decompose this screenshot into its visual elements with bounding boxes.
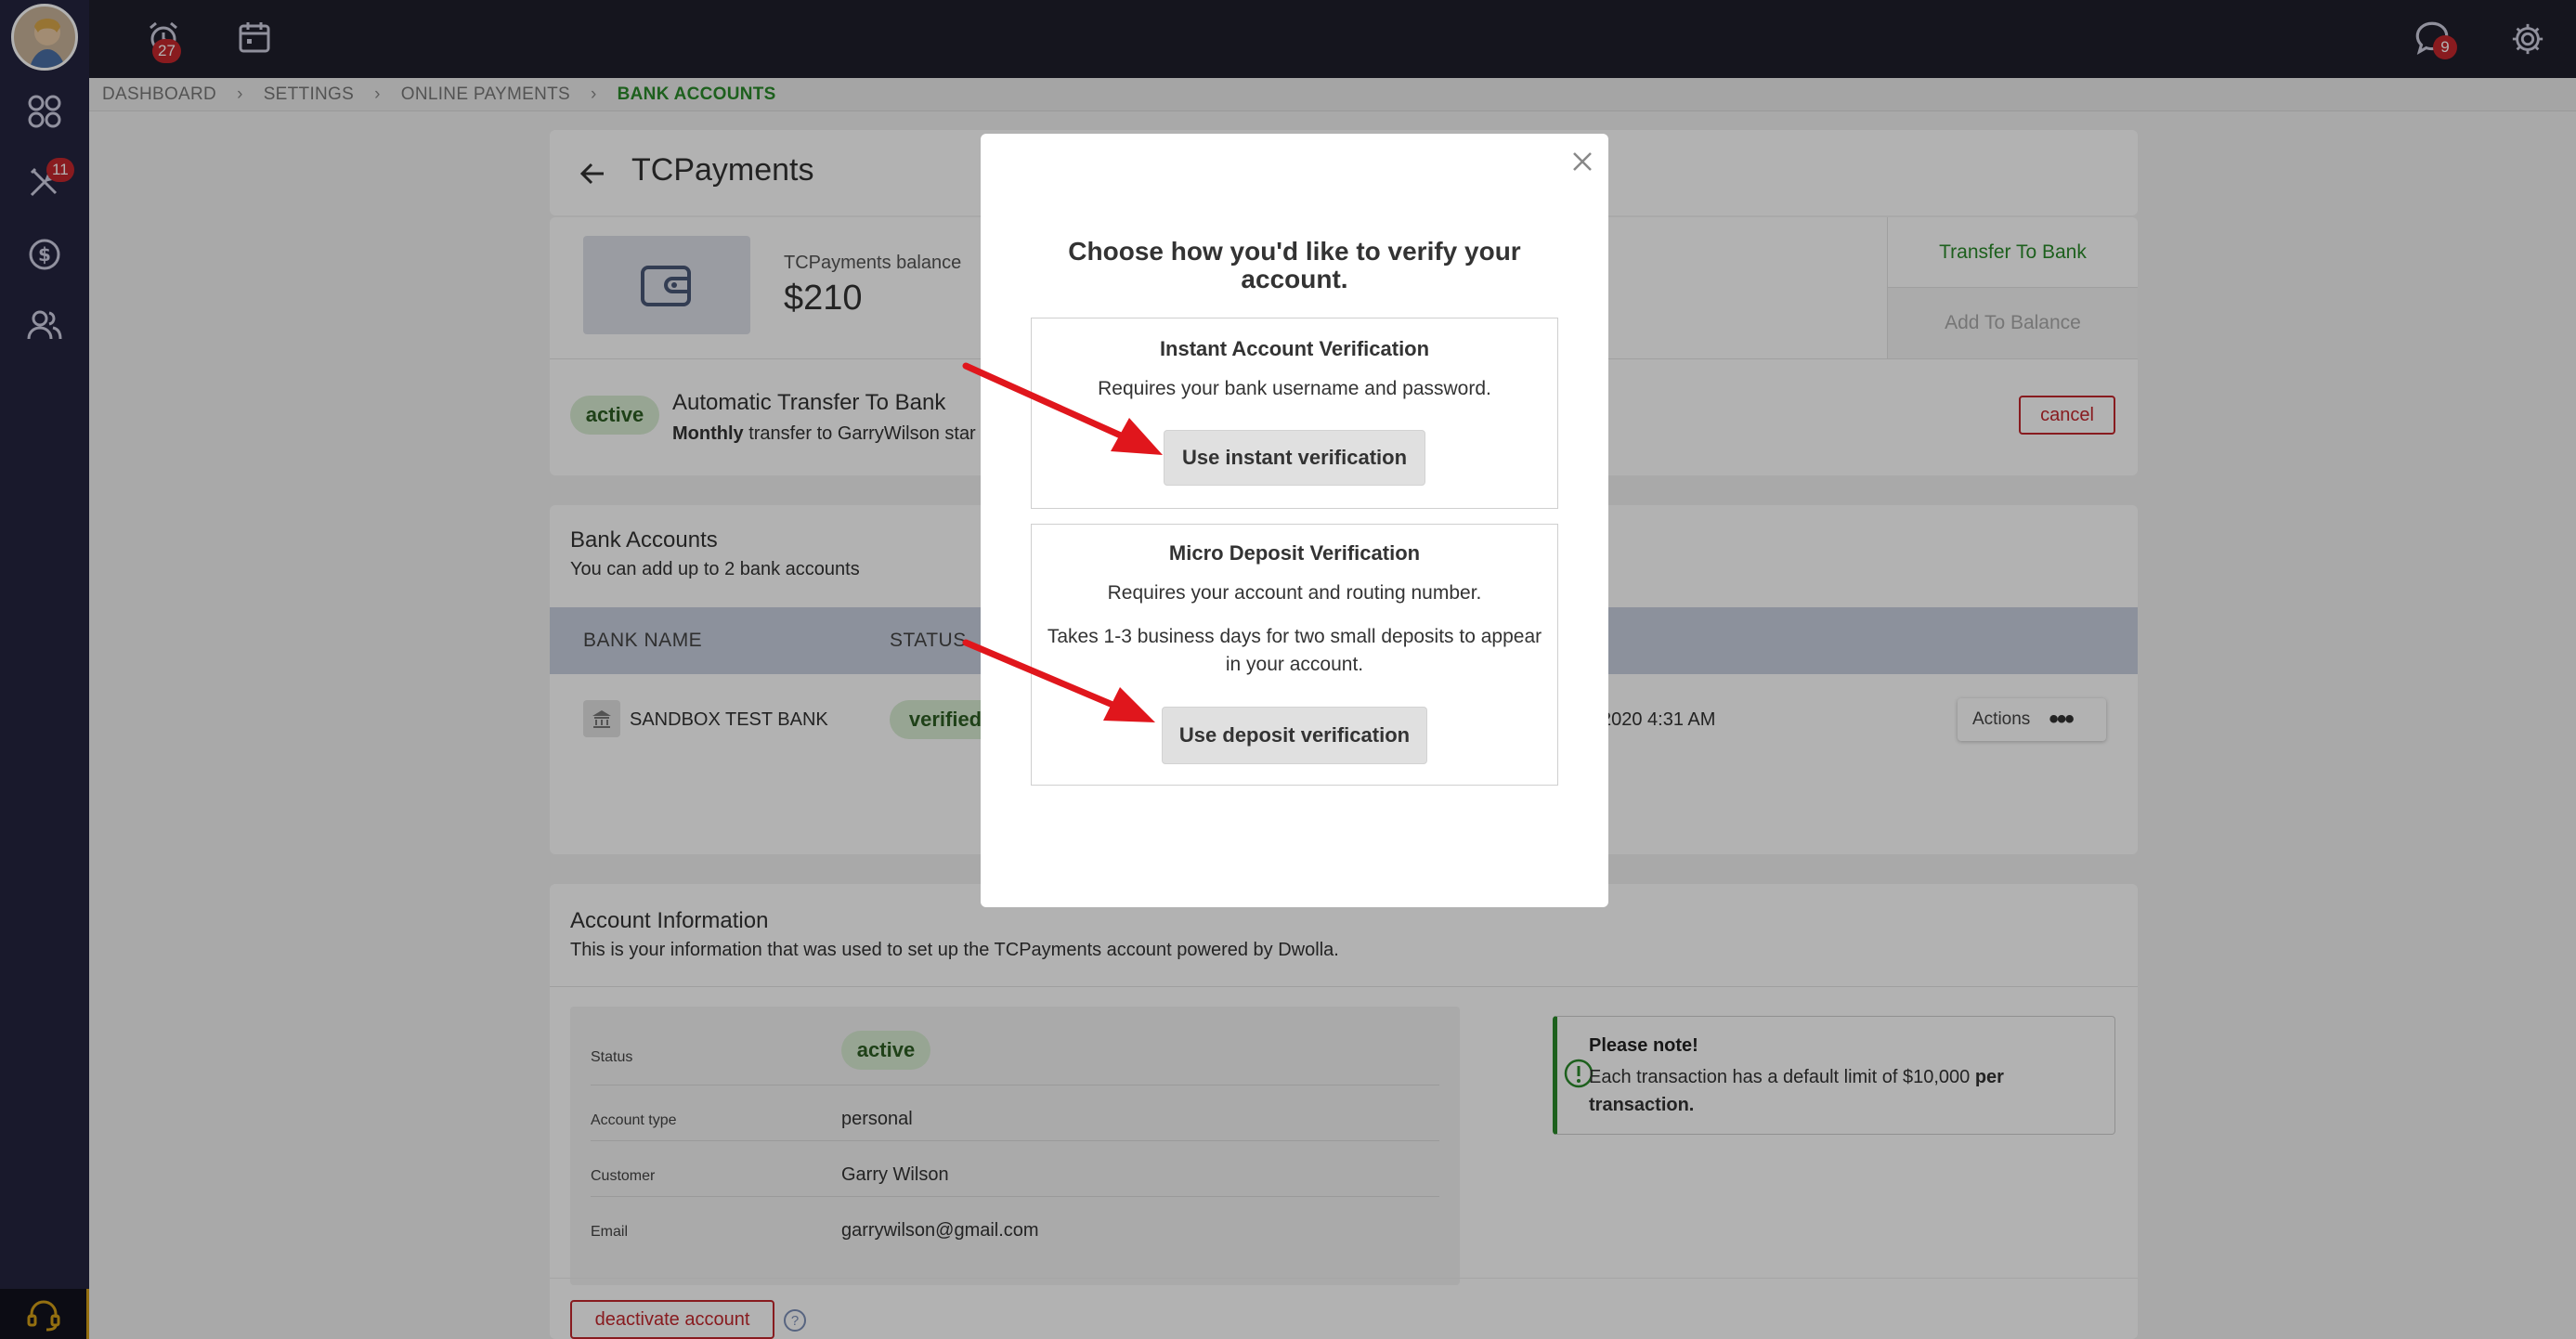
annotation-arrows xyxy=(962,362,1163,722)
annotation-arrow-instant xyxy=(962,362,1163,455)
annotation-arrow-deposit xyxy=(962,639,1155,722)
